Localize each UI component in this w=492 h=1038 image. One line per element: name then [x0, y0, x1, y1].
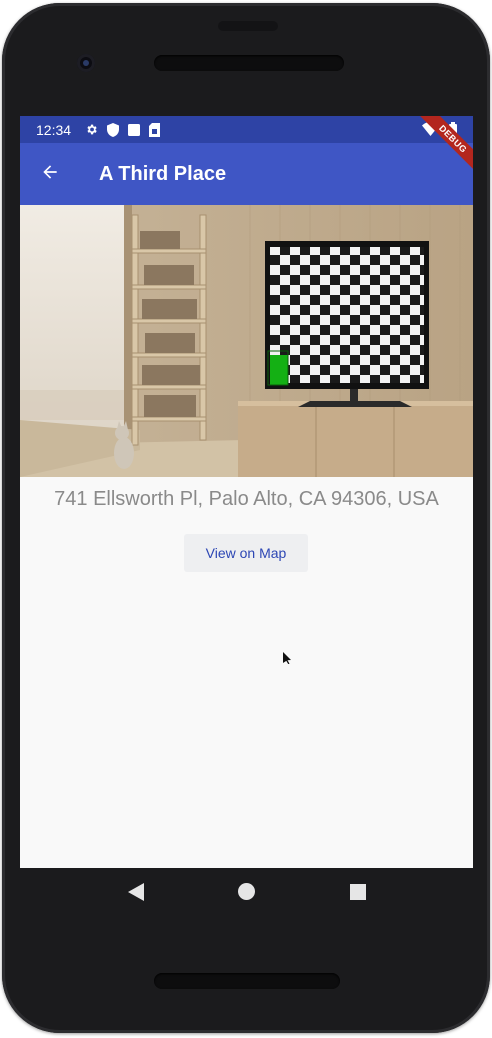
- home-circle-icon: [238, 883, 255, 905]
- place-photo: [20, 205, 473, 477]
- place-address: 741 Ellsworth Pl, Palo Alto, CA 94306, U…: [54, 488, 439, 510]
- mouse-cursor-icon: [283, 651, 292, 669]
- page-title: A Third Place: [99, 162, 227, 185]
- system-nav-bar: [20, 868, 473, 920]
- square-notification-icon: [128, 123, 141, 136]
- status-time: 12:34: [36, 121, 72, 138]
- arrow-back-icon: [40, 162, 60, 187]
- shield-icon: [107, 122, 120, 137]
- bottom-speaker: [154, 973, 340, 989]
- sim-card-icon: [149, 122, 161, 137]
- back-button[interactable]: [20, 143, 80, 205]
- front-camera: [77, 54, 95, 72]
- status-bar: 12:34: [20, 116, 473, 143]
- settings-icon: [85, 123, 98, 136]
- top-notch: [218, 21, 278, 31]
- nav-recents-button[interactable]: [338, 874, 378, 914]
- earpiece-speaker: [154, 55, 344, 71]
- nav-back-button[interactable]: [116, 874, 156, 914]
- nav-home-button[interactable]: [227, 874, 267, 914]
- recents-square-icon: [349, 883, 366, 905]
- app-screen: 12:34 A Third Place DEBUG 741 Ellsworth …: [20, 116, 473, 868]
- view-on-map-button[interactable]: View on Map: [184, 534, 308, 572]
- app-bar: A Third Place: [20, 143, 473, 205]
- back-triangle-icon: [127, 882, 144, 906]
